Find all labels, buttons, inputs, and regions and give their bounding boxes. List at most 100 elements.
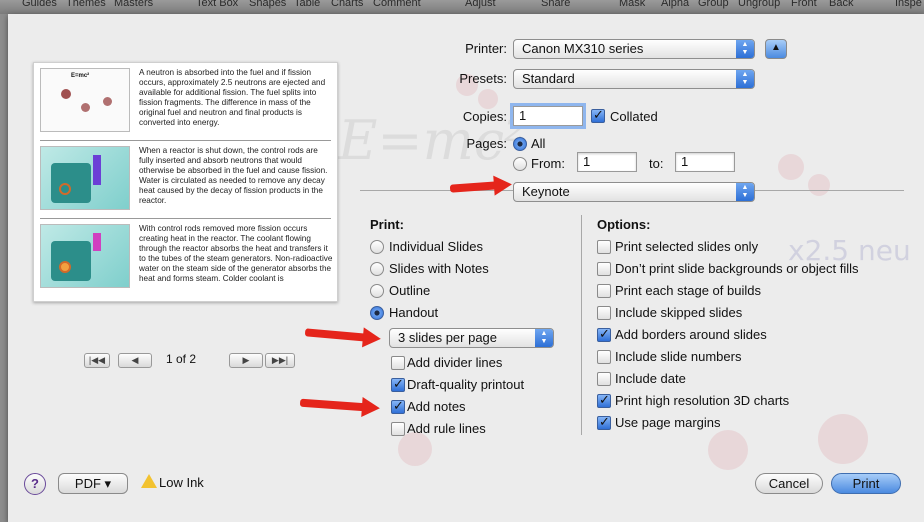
handout-label: Handout	[389, 305, 439, 320]
options-group-title: Options:	[597, 217, 651, 232]
toolbar-ungroup[interactable]: Ungroup	[738, 0, 780, 9]
outline-radio[interactable]	[370, 284, 384, 298]
slides-per-page-value: 3 slides per page	[398, 330, 498, 345]
print-button[interactable]: Print	[831, 473, 901, 494]
include-skipped-checkbox[interactable]	[597, 306, 611, 320]
include-skipped-label: Include skipped slides	[615, 305, 743, 320]
print-section-value: Keynote	[522, 184, 570, 199]
preview-slide-2: When a reactor is shut down, the control…	[34, 141, 337, 219]
high-res-3d-charts-checkbox[interactable]	[597, 392, 611, 408]
pages-all-radio[interactable]	[513, 137, 527, 151]
toolbar-masters[interactable]: Masters	[114, 0, 153, 9]
toolbar-adjust[interactable]: Adjust	[465, 0, 496, 9]
pdf-menu-button[interactable]: PDF ▾	[58, 473, 128, 494]
toolbar-front[interactable]: Front	[791, 0, 817, 9]
each-stage-builds-label: Print each stage of builds	[615, 283, 761, 298]
each-stage-builds-checkbox[interactable]	[597, 284, 611, 298]
selected-slides-only-checkbox[interactable]	[597, 240, 611, 254]
decor-circle	[708, 430, 748, 470]
decor-circle	[818, 414, 868, 464]
decor-circle	[808, 174, 830, 196]
core-shape	[59, 261, 71, 273]
cancel-button[interactable]: Cancel	[755, 473, 823, 494]
group-divider	[581, 215, 582, 435]
print-preview: E=mc² A neutron is absorbed into the fue…	[33, 62, 338, 302]
nucleus-shape	[61, 89, 71, 99]
include-slide-numbers-checkbox[interactable]	[597, 350, 611, 364]
use-page-margins-label: Use page margins	[615, 415, 721, 430]
copies-input[interactable]: 1	[513, 106, 583, 126]
high-res-3d-charts-label: Print high resolution 3D charts	[615, 393, 790, 408]
control-rod-shape	[93, 155, 101, 185]
toolbar-group[interactable]: Group	[698, 0, 729, 9]
presets-label: Presets:	[459, 71, 507, 86]
add-rule-lines-label: Add rule lines	[407, 421, 486, 436]
core-shape	[59, 183, 71, 195]
toolbar-charts[interactable]: Charts	[331, 0, 363, 9]
print-group-title: Print:	[370, 217, 404, 232]
collated-checkbox[interactable]	[591, 107, 605, 123]
toolbar-comment[interactable]: Comment	[373, 0, 421, 9]
presets-value: Standard	[522, 71, 575, 86]
print-section-select[interactable]: Keynote ▲ ▼	[513, 182, 755, 202]
pages-label: Pages:	[466, 136, 507, 151]
toolbar-shapes[interactable]: Shapes	[249, 0, 286, 9]
toolbar-table[interactable]: Table	[294, 0, 320, 9]
pages-from-radio[interactable]	[513, 157, 527, 171]
add-rule-lines-checkbox[interactable]	[391, 422, 405, 436]
toolbar-guides[interactable]: Guides	[22, 0, 57, 9]
app-toolbar: Guides Themes Masters Text Box Shapes Ta…	[0, 0, 924, 14]
add-divider-lines-label: Add divider lines	[407, 355, 503, 370]
add-borders-label: Add borders around slides	[615, 327, 767, 342]
include-date-checkbox[interactable]	[597, 372, 611, 386]
pages-to-input[interactable]: 1	[675, 152, 735, 172]
fragment-shape	[81, 103, 90, 112]
decor-circle	[478, 89, 498, 109]
pages-from-input[interactable]: 1	[577, 152, 637, 172]
toolbar-alpha[interactable]: Alpha	[661, 0, 689, 9]
printer-select[interactable]: Canon MX310 series ▲ ▼	[513, 39, 755, 59]
collated-label: Collated	[610, 109, 658, 124]
popup-arrows-icon: ▲ ▼	[736, 183, 754, 201]
slides-with-notes-label: Slides with Notes	[389, 261, 489, 276]
slide-note: A neutron is absorbed into the fuel and …	[139, 68, 326, 127]
slide-title: E=mc²	[71, 73, 90, 79]
toolbar-back[interactable]: Back	[829, 0, 853, 9]
collapse-details-button[interactable]: ▲	[765, 39, 787, 59]
use-page-margins-checkbox[interactable]	[597, 414, 611, 430]
slides-per-page-select[interactable]: 3 slides per page ▲ ▼	[389, 328, 554, 348]
printer-label: Printer:	[465, 41, 507, 56]
no-backgrounds-label: Don’t print slide backgrounds or object …	[615, 261, 859, 276]
slides-with-notes-radio[interactable]	[370, 262, 384, 276]
include-date-label: Include date	[615, 371, 686, 386]
toolbar-themes[interactable]: Themes	[66, 0, 106, 9]
toolbar-mask[interactable]: Mask	[619, 0, 645, 9]
control-rod-shape	[93, 233, 101, 251]
copies-label: Copies:	[462, 109, 507, 124]
last-page-button[interactable]: ▶▶|	[265, 353, 295, 368]
draft-quality-label: Draft-quality printout	[407, 377, 525, 392]
individual-slides-radio[interactable]	[370, 240, 384, 254]
toolbar-textbox[interactable]: Text Box	[196, 0, 238, 9]
help-button[interactable]: ?	[24, 473, 46, 495]
first-page-button[interactable]: |◀◀	[84, 353, 110, 368]
popup-arrows-icon: ▲ ▼	[736, 40, 754, 58]
handout-radio[interactable]	[370, 306, 384, 320]
add-borders-checkbox[interactable]	[597, 326, 611, 342]
slide-note: When a reactor is shut down, the control…	[139, 146, 328, 205]
fragment-shape	[103, 97, 112, 106]
toolbar-inspector[interactable]: Inspe	[895, 0, 922, 9]
draft-quality-checkbox[interactable]	[391, 376, 405, 392]
slide-note: With control rods removed more fission o…	[139, 224, 333, 283]
presets-select[interactable]: Standard ▲ ▼	[513, 69, 755, 89]
reactor-shape	[51, 163, 91, 203]
slide-thumbnail	[40, 146, 130, 210]
no-backgrounds-checkbox[interactable]	[597, 262, 611, 276]
next-page-button[interactable]: ▶	[229, 353, 263, 368]
add-divider-lines-checkbox[interactable]	[391, 356, 405, 370]
previous-page-button[interactable]: ◀	[118, 353, 152, 368]
toolbar-share[interactable]: Share	[541, 0, 570, 9]
page-indicator: 1 of 2	[166, 352, 197, 366]
individual-slides-label: Individual Slides	[389, 239, 483, 254]
add-notes-checkbox[interactable]	[391, 398, 405, 414]
